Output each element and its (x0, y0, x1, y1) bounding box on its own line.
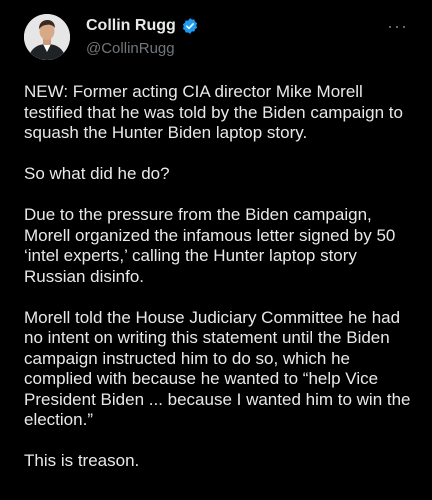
more-horizontal-icon[interactable]: ··· (387, 16, 408, 37)
tweet-text: NEW: Former acting CIA director Mike Mor… (24, 82, 414, 492)
display-name[interactable]: Collin Rugg (86, 17, 176, 35)
name-row: Collin Rugg (86, 16, 199, 36)
tweet-paragraph: NEW: Former acting CIA director Mike Mor… (24, 82, 403, 142)
tweet-paragraph: This is treason. (24, 451, 140, 470)
avatar-photo (24, 14, 70, 60)
handle[interactable]: @CollinRugg (86, 40, 199, 57)
tweet-paragraph: Due to the pressure from the Biden campa… (24, 205, 396, 286)
tweet-paragraph: Morell told the House Judiciary Committe… (24, 307, 411, 430)
avatar[interactable] (24, 14, 70, 60)
tweet-paragraph: So what did he do? (24, 164, 170, 183)
tweet-header: Collin Rugg @CollinRugg ··· (24, 14, 416, 64)
verified-badge-icon (182, 18, 197, 34)
author-names: Collin Rugg @CollinRugg (86, 16, 199, 57)
